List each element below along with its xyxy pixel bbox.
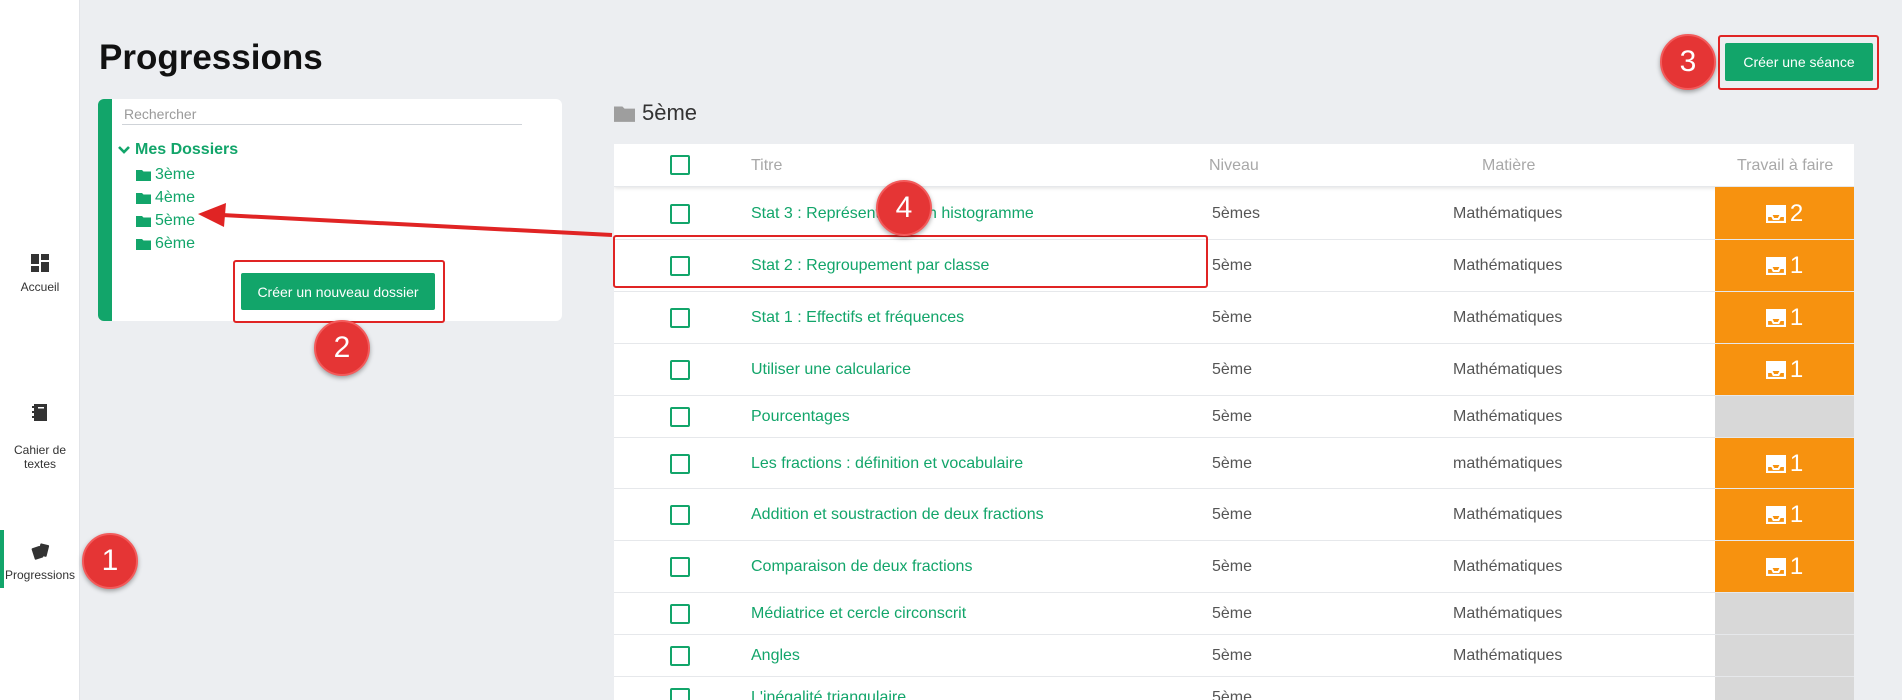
annotation-badge: 3	[1660, 34, 1716, 90]
annotation-badge: 1	[82, 533, 138, 589]
annotation-badge: 2	[314, 320, 370, 376]
annotation-arrow	[198, 203, 613, 237]
annotation-badge: 4	[876, 180, 932, 236]
